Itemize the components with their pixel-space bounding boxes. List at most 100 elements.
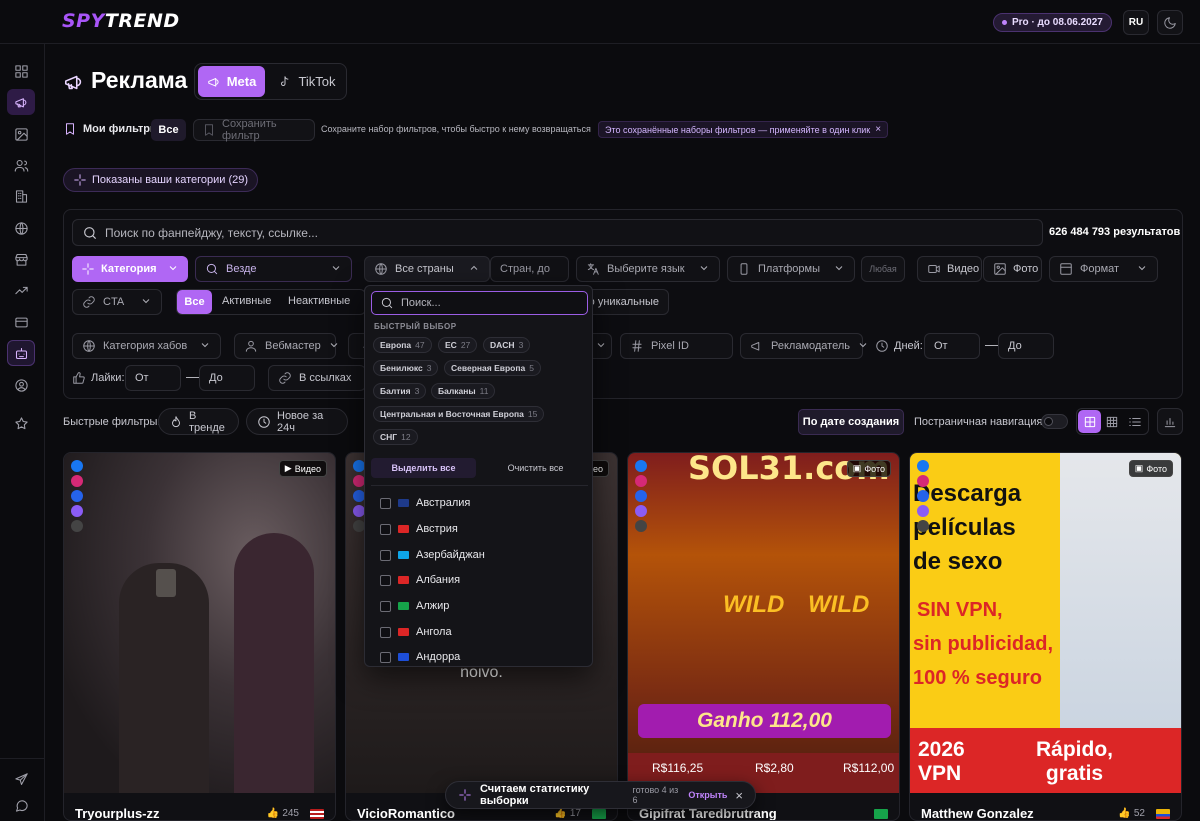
ad-media[interactable]: SOL31.com WILD WILD Ganho 112,00 R$116,2… bbox=[628, 453, 899, 793]
format-dropdown[interactable]: Формат bbox=[1049, 256, 1158, 282]
sidebar-item-shops[interactable] bbox=[7, 246, 35, 272]
sidebar-item-ads[interactable] bbox=[7, 89, 35, 115]
toast-open-link[interactable]: Открыть bbox=[688, 790, 727, 800]
checkbox[interactable] bbox=[380, 600, 391, 612]
category-dropdown[interactable]: Категория bbox=[72, 256, 188, 282]
advertiser-name[interactable]: Tryourplus-zz bbox=[75, 806, 160, 820]
ad-card[interactable]: Descarga películas de sexo SIN VPN, sin pub… bbox=[909, 452, 1182, 821]
ad-media[interactable] bbox=[64, 453, 335, 793]
status-inactive-button[interactable]: Неактивные bbox=[288, 295, 350, 307]
checkbox[interactable] bbox=[380, 626, 391, 638]
checkbox[interactable] bbox=[380, 574, 391, 586]
region-chip[interactable]: Северная Европа 5 bbox=[444, 360, 541, 376]
logo[interactable]: SPYTREND bbox=[62, 10, 180, 32]
advertiser-name[interactable]: Matthew Gonzalez bbox=[921, 806, 1034, 820]
all-filters-button[interactable]: Все bbox=[151, 119, 186, 141]
country-option[interactable]: Австралия bbox=[380, 493, 470, 513]
region-chip[interactable]: СНГ 12 bbox=[373, 429, 418, 445]
language-button[interactable]: RU bbox=[1123, 10, 1149, 35]
pixel-id-input[interactable]: Pixel ID bbox=[620, 333, 733, 359]
ad-card[interactable]: SOL31.com WILD WILD Ganho 112,00 R$116,2… bbox=[627, 452, 900, 821]
hub-category-dropdown[interactable]: Категория хабов bbox=[72, 333, 221, 359]
country-option[interactable]: Андорра bbox=[380, 647, 460, 666]
close-icon[interactable]: × bbox=[735, 788, 743, 803]
statistics-button[interactable] bbox=[1157, 408, 1183, 435]
likes-to-input[interactable]: До bbox=[199, 365, 255, 391]
region-chip[interactable]: Европа 47 bbox=[373, 337, 432, 353]
region-chip[interactable]: Балтия 3 bbox=[373, 383, 427, 399]
advertiser-dropdown[interactable]: Рекламодатель bbox=[740, 333, 867, 359]
countries-max-input[interactable]: Стран, до bbox=[490, 256, 569, 282]
trending-filter-button[interactable]: В тренде bbox=[158, 408, 239, 435]
tab-meta[interactable]: Meta bbox=[198, 66, 265, 97]
new-24h-filter-button[interactable]: Новое за 24ч bbox=[246, 408, 348, 435]
unique-button[interactable]: о уникальные bbox=[583, 289, 669, 315]
country-option[interactable]: Албания bbox=[380, 570, 460, 590]
clear-all-button[interactable]: Очистить все bbox=[483, 458, 588, 478]
country-option[interactable]: Австрия bbox=[380, 519, 458, 539]
sidebar-item-bots[interactable] bbox=[7, 340, 35, 366]
search-input[interactable]: Поиск по фанпейджу, тексту, ссылке... bbox=[72, 219, 1043, 246]
country-flag bbox=[398, 602, 409, 610]
webmaster-dropdown[interactable]: Вебмастер bbox=[234, 333, 338, 359]
likes-from-input[interactable]: От bbox=[125, 365, 181, 391]
sidebar-item-users[interactable] bbox=[7, 152, 35, 178]
language-dropdown[interactable]: Выберите язык bbox=[576, 256, 720, 282]
checkbox[interactable] bbox=[380, 549, 391, 561]
platform-icons bbox=[917, 460, 929, 532]
platforms-dropdown[interactable]: Платформы bbox=[727, 256, 855, 282]
country-search-input[interactable]: Поиск... bbox=[371, 291, 588, 315]
region-chip[interactable]: Балканы 11 bbox=[431, 383, 496, 399]
sidebar-item-images[interactable] bbox=[7, 121, 35, 147]
country-option[interactable]: Алжир bbox=[380, 596, 449, 616]
quick-select-label: БЫСТРЫЙ ВЫБОР bbox=[374, 322, 457, 331]
checkbox[interactable] bbox=[380, 523, 391, 535]
theme-toggle-button[interactable] bbox=[1157, 10, 1183, 35]
advertiser-name[interactable]: VicioRomantico bbox=[357, 806, 455, 820]
list-view-button[interactable] bbox=[1125, 410, 1145, 433]
region-chip[interactable]: Центральная и Восточная Европа 15 bbox=[373, 406, 545, 422]
sidebar-item-telegram[interactable] bbox=[7, 766, 35, 792]
sidebar-item-companies[interactable] bbox=[7, 183, 35, 209]
any-button[interactable]: Любая bbox=[861, 256, 905, 282]
countries-dropdown[interactable]: Все страны bbox=[364, 256, 490, 282]
video-filter-button[interactable]: Видео bbox=[917, 256, 982, 282]
sort-button[interactable]: По дате создания bbox=[798, 409, 904, 435]
grid-large-view-button[interactable] bbox=[1078, 410, 1101, 433]
cta-dropdown[interactable]: CTA bbox=[72, 289, 162, 315]
days-to-input[interactable]: До bbox=[998, 333, 1054, 359]
status-active-button[interactable]: Активные bbox=[222, 295, 271, 307]
thumbs-up-icon bbox=[72, 371, 86, 385]
country-option[interactable]: Ангола bbox=[380, 622, 452, 642]
tab-tiktok[interactable]: TikTok bbox=[273, 66, 341, 97]
in-links-input[interactable]: В ссылках bbox=[268, 365, 366, 391]
search-scope-dropdown[interactable]: Везде bbox=[195, 256, 352, 282]
hidden-dropdown[interactable] bbox=[590, 333, 612, 359]
sidebar-item-domains[interactable] bbox=[7, 215, 35, 241]
pagination-toggle[interactable] bbox=[1041, 414, 1068, 429]
status-all-button[interactable]: Все bbox=[177, 290, 212, 314]
select-all-button[interactable]: Выделить все bbox=[371, 458, 476, 478]
region-chip[interactable]: DACH 3 bbox=[483, 337, 531, 353]
sidebar-item-profile[interactable] bbox=[7, 372, 35, 398]
likes-count: 👍 245 bbox=[267, 808, 299, 819]
checkbox[interactable] bbox=[380, 497, 391, 509]
grid-small-view-button[interactable] bbox=[1102, 410, 1122, 433]
sidebar-item-billing[interactable] bbox=[7, 309, 35, 335]
sidebar-item-trends[interactable] bbox=[7, 277, 35, 303]
sidebar-item-favorites[interactable] bbox=[7, 410, 35, 436]
sidebar-item-support[interactable] bbox=[7, 792, 35, 818]
close-icon[interactable]: × bbox=[875, 124, 881, 135]
ad-media[interactable]: Descarga películas de sexo SIN VPN, sin pub… bbox=[910, 453, 1181, 793]
save-filter-button[interactable]: Сохранить фильтр bbox=[193, 118, 315, 142]
sidebar-item-dashboard[interactable] bbox=[7, 58, 35, 84]
days-from-input[interactable]: От bbox=[924, 333, 980, 359]
pro-badge[interactable]: Pro · до 08.06.2027 bbox=[993, 13, 1112, 32]
checkbox[interactable] bbox=[380, 651, 391, 663]
country-option[interactable]: Азербайджан bbox=[380, 545, 485, 565]
region-chip[interactable]: Бенилюкс 3 bbox=[373, 360, 439, 376]
categories-chip[interactable]: Показаны ваши категории (29) bbox=[63, 168, 259, 192]
region-chip[interactable]: ЕС 27 bbox=[438, 337, 478, 353]
ad-card[interactable]: ▶ Видео Tryourplus-zz 👍 245 bbox=[63, 452, 336, 821]
photo-filter-button[interactable]: Фото bbox=[983, 256, 1042, 282]
